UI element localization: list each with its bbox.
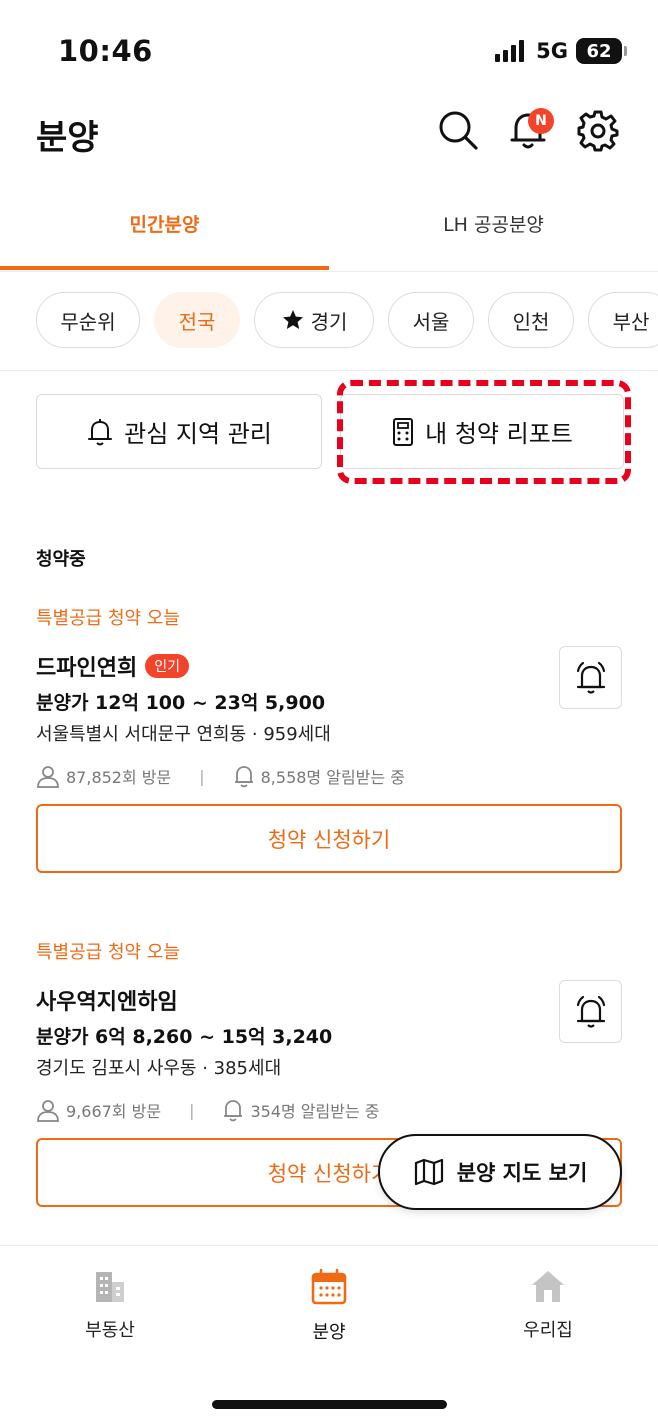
section-title: 청약중 — [36, 549, 86, 570]
tab-private-sale[interactable]: 민간분양 — [0, 190, 329, 270]
listing-address: 서울특별시 서대문구 연희동 · 959세대 — [36, 724, 331, 745]
listing-name[interactable]: 드파인연희 인기 — [36, 650, 189, 682]
tab-bar: 민간분양 LH 공공분양 — [0, 190, 658, 272]
visit-count: 87,852회 방문 — [66, 768, 172, 787]
app-header: 분양 N — [0, 100, 658, 170]
alert-toggle-button[interactable] — [559, 646, 622, 709]
status-time: 10:46 — [58, 34, 153, 68]
bottom-nav: 부동산 분양 우리집 — [0, 1245, 658, 1424]
map-view-button[interactable]: 분양 지도 보기 — [378, 1134, 622, 1210]
bell-small-icon — [234, 766, 253, 788]
alert-count: 354명 알림받는 중 — [250, 1102, 380, 1121]
home-indicator — [212, 1400, 447, 1409]
signal-icon — [495, 40, 525, 62]
star-icon — [282, 310, 303, 329]
home-icon — [532, 1271, 564, 1302]
status-bar: 10:46 5G 62 — [0, 0, 658, 100]
listing-stats: 87,852회 방문 | 8,558명 알림받는 중 — [36, 764, 405, 788]
listing-price: 분양가 12억 100 ~ 23억 5,900 — [36, 692, 326, 714]
person-icon — [37, 766, 59, 788]
chip-unranked[interactable]: 무순위 — [36, 292, 140, 348]
map-view-label: 분양 지도 보기 — [456, 1161, 588, 1185]
popular-badge: 인기 — [145, 654, 189, 678]
alert-count: 8,558명 알림받는 중 — [260, 768, 405, 787]
nav-real-estate[interactable]: 부동산 — [0, 1268, 220, 1342]
listing-address: 경기도 김포시 사우동 · 385세대 — [36, 1058, 282, 1079]
network-label: 5G — [536, 39, 568, 63]
nav-label: 우리집 — [523, 1320, 573, 1341]
status-indicators: 5G 62 — [495, 38, 627, 64]
gear-icon[interactable] — [576, 108, 620, 152]
stats-separator: | — [199, 766, 205, 786]
map-icon — [414, 1158, 443, 1186]
interest-region-button[interactable]: 관심 지역 관리 — [36, 394, 322, 469]
alert-toggle-button[interactable] — [559, 980, 622, 1043]
divider — [0, 370, 658, 371]
listing-name[interactable]: 사우역지엔하임 — [36, 984, 178, 1016]
listing-price: 분양가 6억 8,260 ~ 15억 3,240 — [36, 1026, 333, 1048]
alarm-bell-icon — [576, 995, 605, 1028]
bell-outline-icon — [88, 418, 113, 445]
calendar-icon — [311, 1268, 347, 1305]
highlight-annotation — [337, 380, 631, 484]
listing-card: 특별공급 청약 오늘 드파인연희 인기 분양가 12억 100 ~ 23억 5,… — [36, 604, 622, 894]
tab-lh-public-sale[interactable]: LH 공공분양 — [329, 190, 658, 270]
visit-count: 9,667회 방문 — [66, 1102, 162, 1121]
listing-tag: 특별공급 청약 오늘 — [36, 942, 180, 963]
stats-separator: | — [189, 1100, 195, 1120]
listing-tag: 특별공급 청약 오늘 — [36, 608, 180, 629]
apply-button[interactable]: 청약 신청하기 — [36, 804, 622, 873]
nav-presale[interactable]: 분양 — [219, 1268, 439, 1344]
page-title: 분양 — [36, 118, 99, 158]
chip-busan[interactable]: 부산 — [588, 292, 658, 348]
chip-gyeonggi[interactable]: 경기 — [254, 292, 374, 348]
nav-label: 부동산 — [85, 1320, 135, 1341]
chip-nationwide[interactable]: 전국 — [154, 292, 240, 348]
nav-label: 분양 — [312, 1322, 346, 1343]
building-icon — [96, 1272, 124, 1302]
search-icon[interactable] — [436, 108, 480, 152]
notification-badge: N — [528, 108, 554, 134]
listing-stats: 9,667회 방문 | 354명 알림받는 중 — [36, 1098, 379, 1122]
chip-seoul[interactable]: 서울 — [388, 292, 474, 348]
person-icon — [37, 1100, 59, 1122]
chip-incheon[interactable]: 인천 — [488, 292, 574, 348]
region-filter-chips: 무순위 전국 경기 서울 인천 부산 — [36, 292, 658, 350]
interest-region-label: 관심 지역 관리 — [124, 420, 272, 448]
alarm-bell-icon — [576, 661, 605, 694]
nav-my-home[interactable]: 우리집 — [438, 1268, 658, 1342]
battery-icon: 62 — [576, 38, 627, 64]
bell-small-icon — [224, 1100, 243, 1122]
